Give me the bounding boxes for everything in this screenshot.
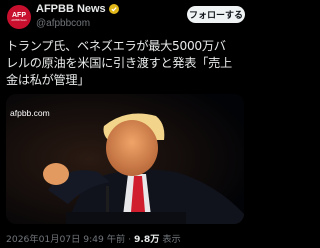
post-header: AFP AFPBB News AFPBB News @afpbbcom フォロー…	[0, 0, 250, 36]
post-text-line: 金は私が管理」	[6, 73, 90, 87]
account-name[interactable]: AFPBB News	[36, 3, 106, 15]
views-label: 表示	[162, 234, 181, 245]
avatar-logo-text: AFP	[12, 12, 26, 19]
views-count: 9.8万	[133, 234, 160, 245]
avatar-logo-subtext: AFPBB News	[11, 19, 27, 22]
post-text-line: レルの原油を米国に引き渡すと発表「売上	[6, 56, 232, 70]
photo-watermark: afpbb.com	[10, 108, 50, 118]
follow-button[interactable]: フォローする	[187, 6, 245, 23]
verified-badge-icon	[108, 4, 119, 14]
account-name-row: AFPBB News	[36, 3, 119, 15]
post-text-line: トランプ氏、ベネズエラが最大5000万バ	[6, 39, 226, 53]
meta-separator: ·	[128, 234, 132, 245]
post-meta: 2026年01月07日 9:49 午前 · 9.8万 表示	[6, 231, 181, 245]
account-handle[interactable]: @afpbbcom	[36, 18, 90, 29]
post-timestamp[interactable]: 2026年01月07日 9:49 午前	[6, 234, 125, 245]
avatar[interactable]: AFP AFPBB News	[7, 5, 31, 29]
post-text: トランプ氏、ベネズエラが最大5000万バ レルの原油を米国に引き渡すと発表「売上…	[6, 38, 246, 89]
